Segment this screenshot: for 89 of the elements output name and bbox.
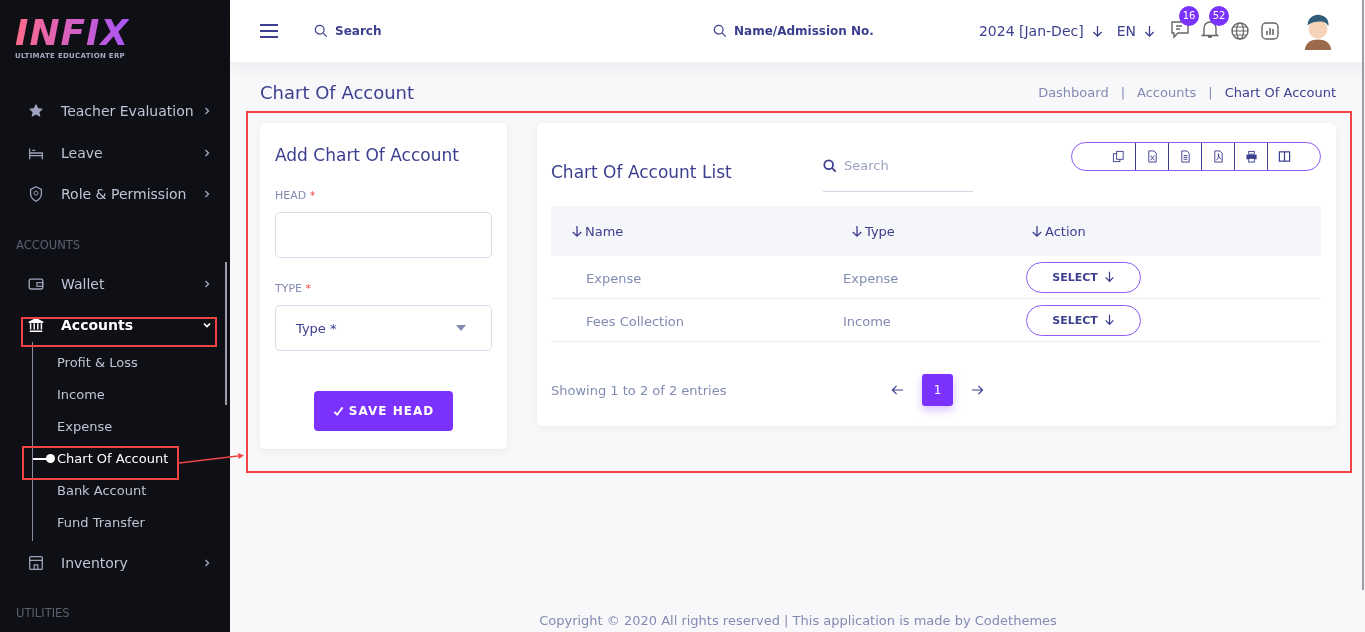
chevron-right-icon <box>202 557 212 568</box>
select-button[interactable]: SELECT <box>1026 304 1141 336</box>
column-header[interactable]: Name <box>551 223 624 239</box>
field-label: HEAD * <box>275 189 317 202</box>
select-button[interactable]: SELECT <box>1026 261 1141 293</box>
search-icon <box>823 158 837 173</box>
sidebar-item[interactable]: Leave <box>22 138 216 167</box>
arrow-down-icon <box>1144 24 1155 38</box>
previous-page-icon[interactable] <box>891 384 904 396</box>
sidebar-item-label: Role & Permission <box>61 186 188 202</box>
printer-icon <box>1244 150 1258 163</box>
table-cell: Income <box>843 313 891 329</box>
type-select[interactable]: Type * <box>275 305 492 351</box>
sidebar-section-title: ACCOUNTS <box>15 236 82 254</box>
sidebar-section-title: UTILITIES <box>15 605 71 622</box>
head-input-field[interactable] <box>275 212 492 258</box>
field-label: TYPE * <box>275 282 313 295</box>
table-cell: Fees Collection <box>586 313 684 329</box>
chevron-right-icon <box>202 147 212 158</box>
pdf-file-icon <box>1211 150 1225 163</box>
dropdown-triangle-icon <box>456 325 466 331</box>
sidebar-item-label: Wallet <box>61 275 106 292</box>
chat-icon[interactable] <box>1169 18 1191 40</box>
arrow-down-icon <box>1103 314 1115 326</box>
card-title: Chart Of Account List <box>551 162 733 182</box>
session-dropdown[interactable]: 2024 [Jan-Dec] <box>978 23 1084 39</box>
sort-arrow-icon <box>1031 224 1043 238</box>
menu-icon[interactable] <box>260 24 278 38</box>
save-head-button[interactable]: SAVE HEAD <box>313 391 454 431</box>
breadcrumb-link[interactable]: Chart Of Account <box>1224 85 1336 100</box>
sidebar-item-label: Teacher Evaluation <box>61 103 195 119</box>
bell-icon[interactable] <box>1199 18 1221 40</box>
sidebar-subitem[interactable]: Profit & Loss <box>33 346 138 379</box>
student-search-field[interactable]: Name/Admission No. <box>713 24 884 38</box>
sidebar-subitem[interactable]: Bank Account <box>33 474 147 507</box>
sidebar-item-label: Inventory <box>61 554 129 571</box>
star-icon <box>27 102 45 120</box>
search-icon <box>713 24 727 38</box>
bank-icon <box>27 316 45 334</box>
message-count-badge: 16 <box>1179 6 1199 26</box>
chevron-right-icon <box>202 106 212 116</box>
table-cell: Expense <box>843 270 899 286</box>
store-icon <box>27 553 45 572</box>
entries-summary: Showing 1 to 2 of 2 entries <box>551 382 728 398</box>
search-icon <box>314 24 328 38</box>
sidebar-subitem[interactable]: Chart Of Account <box>33 442 169 475</box>
annotation-arrow <box>178 453 244 464</box>
sidebar-item-label: Accounts <box>61 317 134 333</box>
sort-arrow-icon <box>851 224 863 238</box>
sidebar-item[interactable]: Role & Permission <box>22 180 216 208</box>
page-button[interactable]: 1 <box>922 374 953 406</box>
chevron-down-icon <box>202 320 212 330</box>
shield-icon <box>27 185 45 203</box>
sidebar-item[interactable]: Wallet <box>22 269 216 298</box>
excel-file-icon <box>1145 150 1159 163</box>
arrow-down-icon <box>1103 271 1115 283</box>
sidebar-item[interactable]: Teacher Evaluation <box>22 97 216 125</box>
breadcrumb-separator: | <box>1208 85 1213 100</box>
arrow-down-icon <box>1091 24 1103 38</box>
chart-icon[interactable] <box>1259 20 1281 42</box>
next-page-icon[interactable] <box>971 384 984 396</box>
language-dropdown[interactable]: EN <box>1116 23 1136 39</box>
sidebar-subitem[interactable]: Expense <box>33 410 113 443</box>
notification-count-badge: 52 <box>1209 6 1229 26</box>
chevron-right-icon <box>202 189 212 199</box>
breadcrumb-separator: | <box>1120 85 1126 100</box>
page-title: Chart Of Account <box>260 82 415 103</box>
columns-icon <box>1277 150 1291 163</box>
column-header-label: Name <box>585 223 624 239</box>
checkmark-icon <box>332 405 344 417</box>
active-bullet-icon <box>33 457 52 460</box>
chevron-right-icon <box>202 278 212 289</box>
footer-text: Copyright © 2020 All rights reserved | This application is made by Codethemes <box>538 613 1058 628</box>
column-header[interactable]: Action <box>1011 223 1086 239</box>
card-title: Add Chart Of Account <box>275 145 460 165</box>
copy-icon <box>1112 150 1125 163</box>
sidebar-subitem[interactable]: Income <box>33 378 105 411</box>
sidebar-item-label: Leave <box>61 144 104 161</box>
table-cell: Expense <box>586 270 642 286</box>
sidebar-subitem[interactable]: Fund Transfer <box>33 506 145 539</box>
column-header-label: Type <box>865 223 895 239</box>
column-header[interactable]: Type <box>831 223 895 239</box>
globe-icon[interactable] <box>1229 20 1251 42</box>
search-field[interactable]: Search <box>314 24 405 38</box>
column-header-label: Action <box>1045 223 1086 239</box>
document-icon <box>1178 150 1192 163</box>
sidebar-item[interactable]: Inventory <box>22 548 216 577</box>
sidebar-item[interactable]: Accounts <box>22 311 216 339</box>
sort-arrow-icon <box>571 224 583 238</box>
